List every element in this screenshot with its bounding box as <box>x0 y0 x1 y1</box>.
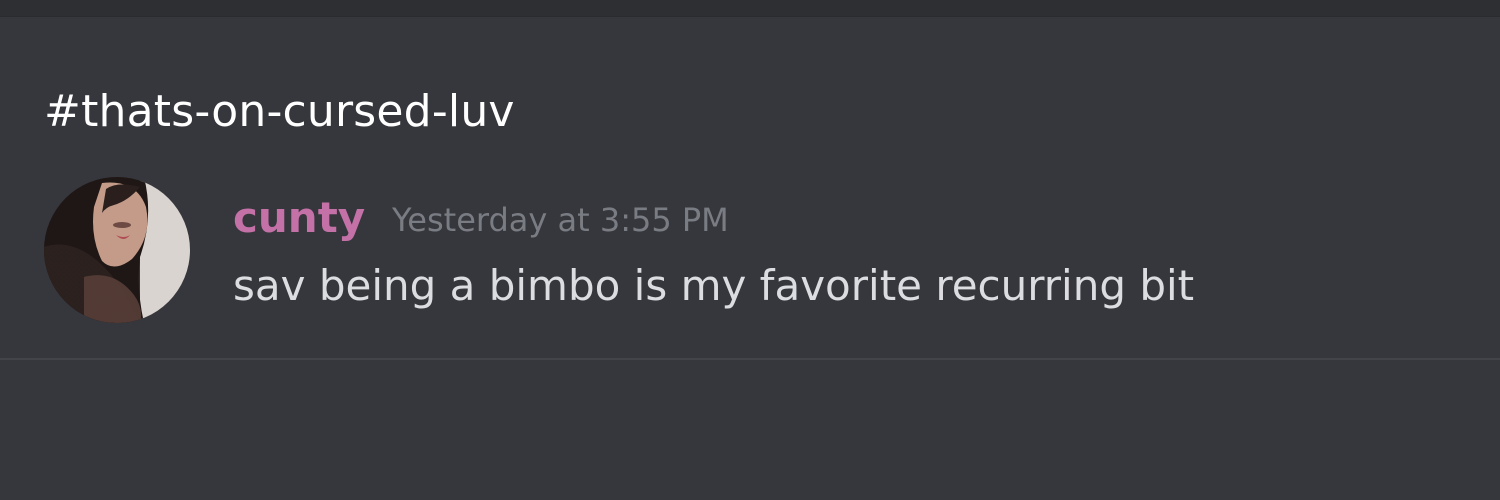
avatar[interactable] <box>44 177 190 323</box>
channel-title: #thats-on-cursed-luv <box>44 86 515 137</box>
top-strip <box>0 0 1500 17</box>
message-author[interactable]: cunty <box>233 192 365 244</box>
divider <box>0 358 1500 360</box>
message-timestamp: Yesterday at 3:55 PM <box>392 201 729 239</box>
avatar-photo-icon <box>44 177 190 323</box>
message-content: sav being a bimbo is my favorite recurri… <box>233 261 1195 310</box>
message-item: cunty Yesterday at 3:55 PM sav being a b… <box>0 170 1500 330</box>
